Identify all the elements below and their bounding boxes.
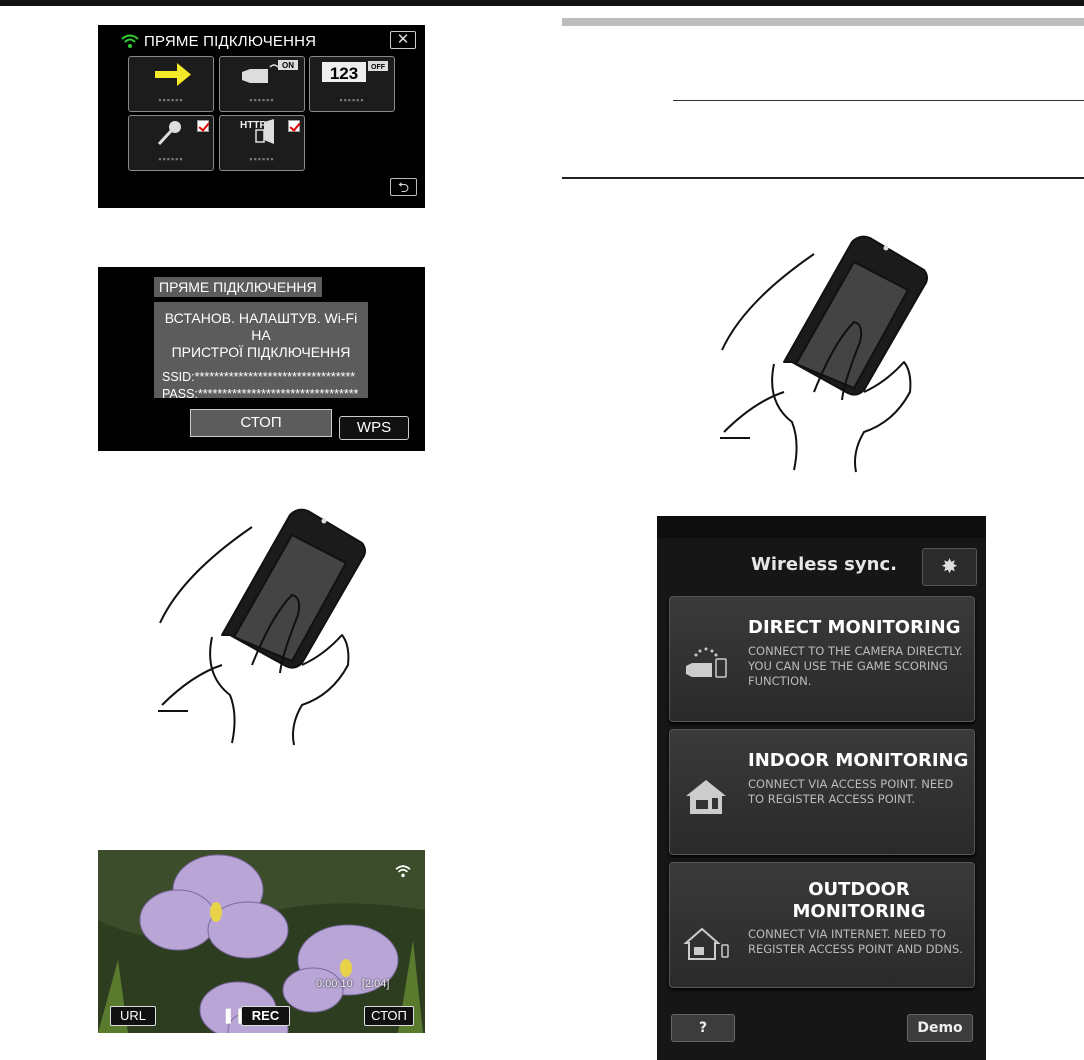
wifi-icon <box>121 34 139 48</box>
wifi-icon <box>395 865 411 878</box>
house-internet-icon <box>683 927 729 960</box>
hand-holding-smartphone-illustration <box>158 508 366 746</box>
section-rule-middle <box>673 100 1084 101</box>
stop-button[interactable]: СТОП <box>190 409 332 437</box>
off-badge: OFF <box>371 64 386 71</box>
url-button[interactable]: URL <box>110 1006 156 1026</box>
card-title: OUTDOOR MONITORING <box>792 879 926 922</box>
card-description: Connect via access point. Need to regist… <box>748 777 954 806</box>
message-line-2: ПРИСТРОЇ ПІДКЛЮЧЕННЯ <box>171 344 351 360</box>
settings-gear-button[interactable]: ✸ <box>922 548 977 586</box>
tile-label: ▪▪▪▪▪▪ <box>249 154 275 164</box>
video-camera-wifi-on-icon: ON <box>242 60 298 83</box>
checked-icon <box>288 120 300 132</box>
app-screen-wireless-sync: Wireless sync. ✸ DIRECT MONITORING Conne… <box>657 516 986 1060</box>
wifi-info-box: ВСТАНОВ. НАЛАШТУВ. Wi-Fi НА ПРИСТРОЇ ПІД… <box>154 302 368 401</box>
on-badge: ON <box>282 61 294 70</box>
tile-label: ▪▪▪▪▪▪ <box>339 95 365 105</box>
camera-screen-recording: 0:00:10 [2:04] URL ❚❚ REC СТОП <box>98 850 425 1033</box>
checked-icon <box>197 120 209 132</box>
direct-connection-icon <box>686 647 727 678</box>
card-title: DIRECT MONITORING <box>748 617 961 638</box>
rec-button[interactable]: REC <box>241 1006 290 1026</box>
tile-label: ▪▪▪▪▪▪ <box>158 154 184 164</box>
password-text: PASS:********************************* <box>162 387 359 401</box>
screen-title: ПРЯМЕ ПІДКЛЮЧЕННЯ <box>144 33 317 50</box>
recording-time: 0:00:10 [2:04] <box>316 978 390 990</box>
arrow-right-icon <box>155 63 191 86</box>
tile-score-counter-off[interactable]: 123 OFF ▪▪▪▪▪▪ <box>309 56 395 112</box>
demo-button[interactable]: Demo <box>907 1014 973 1042</box>
card-description: Connect via internet. Need to register a… <box>748 927 963 956</box>
app-title: Wireless sync. <box>751 554 897 575</box>
stop-button[interactable]: СТОП <box>364 1006 414 1026</box>
tile-password[interactable]: ▪▪▪▪▪▪ <box>128 115 214 171</box>
back-button[interactable]: ⮌ <box>390 178 417 196</box>
section-rule-bottom <box>562 177 1084 179</box>
tile-start-connection[interactable]: ▪▪▪▪▪▪ <box>128 56 214 112</box>
indoor-monitoring-button[interactable]: INDOOR MONITORING Connect via access poi… <box>669 729 975 855</box>
counter-text: 123 <box>330 64 358 83</box>
tile-http-access[interactable]: HTTP ▪▪▪▪▪▪ <box>219 115 305 171</box>
hand-holding-smartphone-illustration <box>720 235 928 473</box>
camera-screen-wifi-settings: ПРЯМЕ ПІДКЛЮЧЕННЯ ВСТАНОВ. НАЛАШТУВ. Wi-… <box>98 267 425 451</box>
card-title: INDOOR MONITORING <box>748 750 969 771</box>
tile-label: ▪▪▪▪▪▪ <box>249 95 275 105</box>
message-line-1: ВСТАНОВ. НАЛАШТУВ. Wi-Fi НА <box>164 310 358 343</box>
card-description: Connect to the camera directly. You can … <box>748 644 963 688</box>
remaining-time: [2:04] <box>361 978 390 990</box>
ssid-text: SSID:********************************* <box>162 370 356 384</box>
house-camera-icon <box>686 780 726 814</box>
screen-heading: ПРЯМЕ ПІДКЛЮЧЕННЯ <box>154 277 322 297</box>
direct-monitoring-button[interactable]: DIRECT MONITORING Connect to the camera … <box>669 596 975 722</box>
tile-video-camera-on[interactable]: ON ▪▪▪▪▪▪ <box>219 56 305 112</box>
outdoor-monitoring-button[interactable]: OUTDOOR MONITORING Connect via internet.… <box>669 862 975 988</box>
page-top-bar <box>0 0 1084 6</box>
tile-label: ▪▪▪▪▪▪ <box>158 95 184 105</box>
section-rule-top <box>562 18 1084 26</box>
status-bar <box>657 516 986 538</box>
close-button[interactable]: ✕ <box>390 31 416 49</box>
help-button[interactable]: ? <box>671 1014 735 1042</box>
camera-screen-direct-connection: ПРЯМЕ ПІДКЛЮЧЕННЯ ✕ ▪▪▪▪▪▪ ON ▪▪▪▪▪▪ 123… <box>98 25 425 208</box>
wps-button[interactable]: WPS <box>339 416 409 440</box>
counter-123-off-icon: 123 OFF <box>322 61 388 83</box>
